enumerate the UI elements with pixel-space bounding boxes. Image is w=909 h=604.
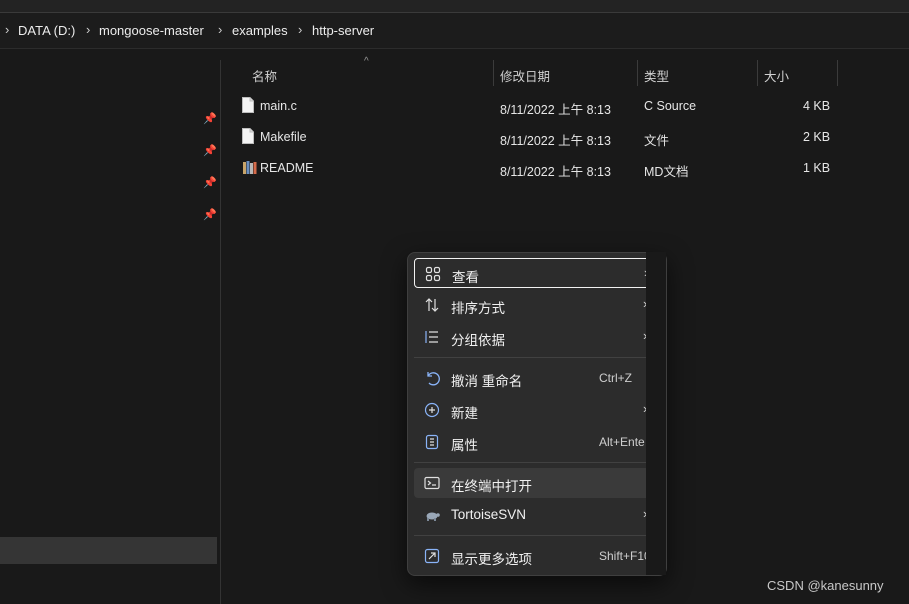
menu-separator (414, 357, 660, 358)
chevron-right-icon[interactable]: › (5, 22, 9, 37)
menu-item-label: 属性 (451, 438, 478, 453)
menu-item-open-in-terminal[interactable]: 在终端中打开 (414, 468, 660, 498)
breadcrumb-item-drive[interactable]: DATA (D:) (18, 23, 75, 38)
new-plus-icon (424, 402, 440, 418)
menu-item-shortcut: Shift+F10 (599, 549, 651, 563)
column-header-name[interactable]: 名称 (252, 66, 277, 85)
group-list-icon (424, 329, 440, 345)
menu-item-label: 在终端中打开 (451, 479, 532, 494)
window-top-strip (0, 0, 909, 13)
menu-item-label: 显示更多选项 (451, 552, 532, 567)
file-type: MD文档 (644, 165, 689, 179)
file-size: 1 KB (803, 161, 831, 175)
menu-item-show-more-options[interactable]: 显示更多选项 Shift+F10 (414, 541, 660, 571)
terminal-icon (424, 475, 440, 491)
sort-icon (424, 297, 440, 313)
file-modified: 8/11/2022 上午 8:13 (500, 103, 611, 117)
file-row[interactable]: main.c 8/11/2022 上午 8:13 C Source 4 KB (236, 91, 836, 122)
screenshot-crop-edge (646, 252, 666, 575)
properties-icon (424, 434, 440, 450)
undo-icon (424, 370, 440, 386)
file-size: 4 KB (803, 99, 831, 113)
file-icon (242, 128, 254, 144)
column-header-type[interactable]: 类型 (644, 66, 669, 85)
sort-ascending-icon: ^ (364, 56, 369, 67)
menu-item-undo-rename[interactable]: 撤消 重命名 Ctrl+Z (414, 363, 660, 393)
file-modified: 8/11/2022 上午 8:13 (500, 134, 611, 148)
file-row[interactable]: Makefile 8/11/2022 上午 8:13 文件 2 KB (236, 122, 836, 153)
column-divider[interactable] (493, 60, 494, 86)
pin-icon[interactable]: 📌 (203, 208, 217, 222)
chevron-right-icon[interactable]: › (86, 22, 90, 37)
file-type: 文件 (644, 134, 670, 148)
file-icon (242, 97, 254, 113)
menu-item-group-by[interactable]: 分组依据 › (414, 322, 660, 352)
column-divider[interactable] (637, 60, 638, 86)
column-header-size[interactable]: 大小 (764, 66, 789, 85)
column-divider[interactable] (757, 60, 758, 86)
file-type: C Source (644, 99, 697, 113)
menu-item-label: 排序方式 (451, 301, 505, 316)
file-name: Makefile (260, 130, 307, 144)
menu-item-shortcut: Alt+Ente (599, 435, 645, 449)
column-header-modified[interactable]: 修改日期 (500, 66, 550, 85)
menu-item-label: TortoiseSVN (451, 507, 527, 522)
breadcrumb-item-http-server[interactable]: http-server (312, 23, 374, 38)
books-icon (242, 159, 258, 175)
file-name: main.c (260, 99, 297, 113)
menu-item-properties[interactable]: 属性 Alt+Ente (414, 427, 660, 457)
pin-icon[interactable]: 📌 (203, 144, 217, 158)
context-menu: 查看 › 排序方式 › 分组依据 › 撤消 重命名 Ctrl+Z 新建 › 属性 (407, 252, 667, 576)
file-modified: 8/11/2022 上午 8:13 (500, 165, 611, 179)
menu-item-label: 查看 (452, 270, 479, 285)
pane-divider[interactable] (220, 60, 221, 604)
file-size: 2 KB (803, 130, 831, 144)
navigation-pane (0, 49, 220, 604)
file-row[interactable]: README 8/11/2022 上午 8:13 MD文档 1 KB (236, 153, 836, 184)
menu-item-sort-by[interactable]: 排序方式 › (414, 290, 660, 320)
nav-selected-item[interactable] (0, 537, 217, 564)
menu-separator (414, 462, 660, 463)
menu-item-view[interactable]: 查看 › (414, 258, 660, 288)
breadcrumb-item-mongoose-master[interactable]: mongoose-master (99, 23, 204, 38)
pin-icon[interactable]: 📌 (203, 112, 217, 126)
menu-item-shortcut: Ctrl+Z (599, 371, 632, 385)
view-grid-icon (425, 266, 441, 282)
watermark: CSDN @kanesunny (767, 578, 884, 593)
menu-separator (414, 535, 660, 536)
menu-item-label: 分组依据 (451, 333, 505, 348)
address-bar[interactable]: › DATA (D:) › mongoose-master › examples… (0, 13, 909, 49)
breadcrumb-item-examples[interactable]: examples (232, 23, 288, 38)
file-name: README (260, 161, 314, 175)
chevron-right-icon[interactable]: › (218, 22, 222, 37)
menu-item-label: 撤消 重命名 (451, 374, 523, 389)
column-divider[interactable] (837, 60, 838, 86)
menu-item-label: 新建 (451, 406, 478, 421)
menu-item-new[interactable]: 新建 › (414, 395, 660, 425)
pin-icon[interactable]: 📌 (203, 176, 217, 190)
tortoise-icon (424, 507, 440, 523)
chevron-right-icon[interactable]: › (298, 22, 302, 37)
menu-item-tortoisesvn[interactable]: TortoiseSVN › (414, 500, 660, 530)
more-options-icon (424, 548, 440, 564)
